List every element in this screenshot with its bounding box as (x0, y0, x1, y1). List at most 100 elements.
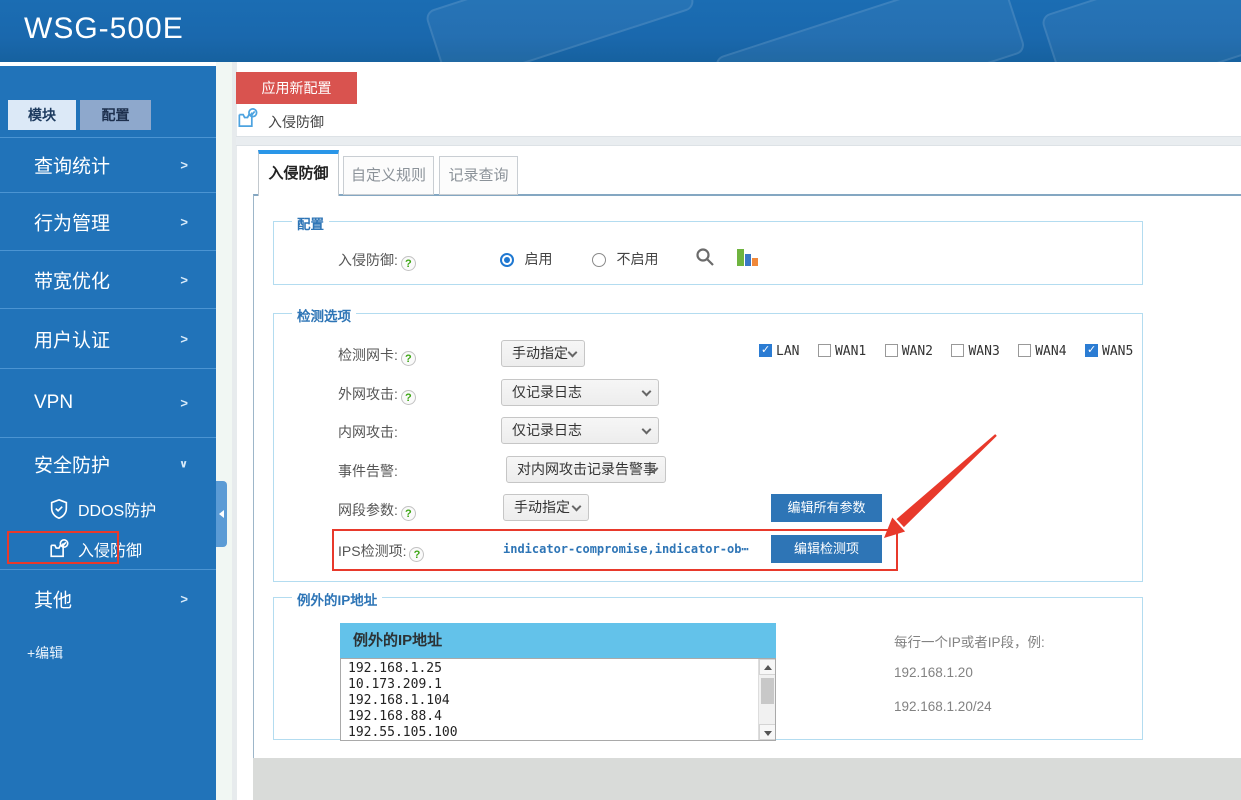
ip-line: 10.173.209.1 (348, 677, 442, 692)
arrow-up-icon (764, 665, 772, 670)
checkbox-label: WAN4 (1035, 344, 1067, 359)
radio-icon (500, 253, 514, 267)
select-value: 手动指定 (514, 499, 570, 515)
chevron-down-icon: ∨ (179, 458, 188, 470)
ip-line: 192.168.1.25 (348, 661, 442, 676)
checkbox-label: LAN (776, 344, 800, 359)
wsg-admin-page: WSG-500E 模块 配置 查询统计 > 行为管理 > 带宽优化 > 用户认证… (0, 0, 1241, 800)
exception-list-header: 例外的IP地址 (340, 623, 776, 658)
app-header: WSG-500E (0, 0, 1241, 62)
select-value: 手动指定 (512, 345, 568, 361)
checkbox-wan5[interactable]: WAN5 (1085, 342, 1147, 359)
checkbox-label: WAN1 (834, 344, 867, 359)
lan-attack-label: 内网攻击: (338, 424, 398, 440)
apply-config-button[interactable]: 应用新配置 (236, 72, 357, 104)
breadcrumb: 入侵防御 (268, 114, 324, 130)
exception-ip-textarea[interactable]: 192.168.1.25 10.173.209.1 192.168.1.104 … (340, 658, 776, 741)
sidebar-item-behavior[interactable]: 行为管理 > (0, 192, 216, 250)
alert-label: 事件告警: (338, 463, 398, 479)
checkbox-lan[interactable]: LAN (759, 342, 813, 359)
sidebar-item-label: DDOS防护 (78, 503, 157, 520)
checkbox-icon (817, 344, 831, 357)
chevron-right-icon: > (180, 157, 188, 173)
radio-label: 不启用 (616, 251, 659, 267)
nic-label: 检测网卡:? (338, 345, 416, 366)
checkbox-wan4[interactable]: WAN4 (1018, 342, 1080, 359)
tab-intrusion-defense[interactable]: 入侵防御 (258, 150, 339, 196)
help-icon[interactable]: ? (409, 547, 425, 562)
sidebar-item-security[interactable]: 安全防护 ∨ (0, 437, 216, 489)
scrollbar-thumb[interactable] (761, 678, 774, 704)
sidebar-item-query-stats[interactable]: 查询统计 > (0, 137, 216, 192)
sidebar-item-label: VPN (34, 392, 74, 413)
checkbox-wan3[interactable]: WAN3 (951, 342, 1013, 359)
checkbox-icon (884, 344, 898, 357)
sidebar-gutter (216, 62, 232, 800)
fieldset-legend: 例外的IP地址 (292, 589, 383, 609)
scrollbar[interactable] (758, 659, 775, 740)
tab-log-query[interactable]: 记录查询 (439, 156, 518, 195)
chevron-down-icon (571, 501, 582, 512)
ip-hint-title: 每行一个IP或者IP段，例: (894, 635, 1045, 650)
sidebar-gutter-line (232, 62, 237, 800)
segment-select[interactable]: 手动指定 (503, 494, 589, 521)
detection-fieldset: 检测选项 检测网卡:? 手动指定 LAN WAN1 WAN2 WAN3 WAN4… (273, 305, 1143, 582)
app-title: WSG-500E (24, 12, 184, 45)
checkbox-wan1[interactable]: WAN1 (817, 342, 880, 359)
sidebar-item-ddos[interactable]: DDOS防护 (0, 489, 216, 529)
wan-attack-select[interactable]: 仅记录日志 (501, 379, 659, 406)
scroll-up-button[interactable] (759, 659, 775, 675)
chevron-left-icon (219, 510, 224, 518)
keyboard-art (1039, 0, 1241, 62)
sidebar-tab-config[interactable]: 配置 (80, 100, 151, 130)
config-fieldset: 配置 入侵防御:? 启用 不启用 (273, 213, 1143, 285)
wan-attack-label: 外网攻击:? (338, 384, 416, 405)
help-icon[interactable]: ? (400, 351, 416, 366)
fieldset-legend: 配置 (292, 213, 329, 233)
edit-all-params-button[interactable]: 编辑所有参数 (771, 494, 882, 522)
shield-check-icon (48, 498, 70, 520)
checkbox-icon (759, 343, 772, 357)
radio-disable[interactable]: 不启用 (592, 249, 658, 269)
exceptions-fieldset: 例外的IP地址 例外的IP地址 192.168.1.25 10.173.209.… (273, 589, 1143, 741)
keyboard-art (713, 0, 1027, 62)
search-icon[interactable] (694, 246, 716, 268)
tab-strip (236, 136, 1241, 146)
checkbox-label: WAN3 (968, 344, 1000, 359)
annotation-box-sidebar (7, 531, 119, 564)
sidebar-collapse-handle[interactable] (216, 481, 227, 547)
footer-bar (253, 758, 1241, 800)
alert-select[interactable]: 对内网攻击记录告警事 (506, 456, 666, 483)
fieldset-legend: 检测选项 (292, 305, 356, 325)
radio-enable[interactable]: 启用 (500, 249, 552, 269)
sidebar-item-user-auth[interactable]: 用户认证 > (0, 308, 216, 368)
sidebar-item-other[interactable]: 其他 > (0, 569, 216, 627)
sidebar-edit-link[interactable]: +编辑 (27, 643, 63, 663)
interface-checkbox-row: LAN WAN1 WAN2 WAN3 WAN4 WAN5 (759, 342, 1147, 360)
chevron-down-icon (567, 347, 578, 358)
checkbox-icon (1018, 344, 1032, 357)
checkbox-label: WAN5 (1102, 344, 1134, 359)
checkbox-wan2[interactable]: WAN2 (884, 342, 947, 359)
sidebar-tab-modules[interactable]: 模块 (8, 100, 76, 130)
help-icon[interactable]: ? (400, 390, 416, 405)
edit-ips-items-button[interactable]: 编辑检测项 (771, 535, 882, 563)
lan-attack-select[interactable]: 仅记录日志 (501, 417, 659, 444)
intrusion-enable-label: 入侵防御:? (338, 250, 416, 271)
radio-icon (592, 253, 606, 267)
bar-chart-icon[interactable] (736, 247, 760, 266)
help-icon[interactable]: ? (400, 506, 416, 521)
scroll-down-button[interactable] (759, 724, 775, 740)
nic-select[interactable]: 手动指定 (501, 340, 585, 367)
ip-line: 192.168.1.104 (348, 693, 450, 708)
sidebar-item-vpn[interactable]: VPN > (0, 368, 216, 437)
ip-hint-example1: 192.168.1.20 (894, 665, 973, 680)
ips-items-value: indicator-compromise,indicator-ob⋯ (503, 542, 749, 556)
chevron-down-icon (641, 386, 652, 397)
arrow-down-icon (764, 731, 772, 736)
sidebar-item-bandwidth[interactable]: 带宽优化 > (0, 250, 216, 308)
sidebar: 模块 配置 查询统计 > 行为管理 > 带宽优化 > 用户认证 > VPN > … (0, 62, 216, 800)
chevron-right-icon: > (180, 272, 188, 287)
help-icon[interactable]: ? (400, 256, 416, 271)
tab-custom-rules[interactable]: 自定义规则 (343, 156, 434, 195)
